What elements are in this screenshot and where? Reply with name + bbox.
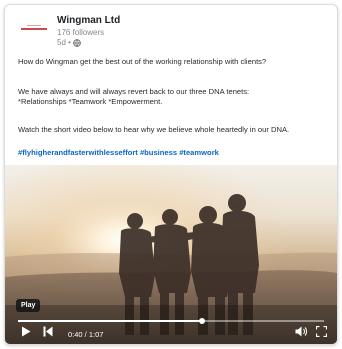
post-paragraph: Watch the short video below to hear why … — [18, 125, 290, 134]
post-paragraph: *Relationships *Teamwork *Empowerment. — [18, 97, 163, 106]
video-time: 0:40 / 1:07 — [68, 330, 104, 339]
globe-icon — [73, 38, 81, 47]
volume-icon[interactable] — [295, 326, 307, 337]
post-header: Wingman Ltd 176 followers 5d • — [17, 11, 317, 51]
post-meta: 5d • — [57, 38, 81, 47]
video-progress-thumb[interactable] — [198, 318, 205, 324]
post-age: 5d • — [57, 38, 71, 47]
company-logo[interactable] — [21, 23, 47, 33]
post-paragraph: We have always and will always revert ba… — [18, 87, 250, 96]
post-paragraph: How do Wingman get the best out of the w… — [18, 57, 267, 66]
hashtag-links[interactable]: #flyhigherandfasterwithlesseffort #busin… — [18, 148, 219, 158]
skip-back-icon[interactable] — [43, 326, 53, 337]
video-player[interactable]: Play 0:40 / 1:07 — [5, 165, 337, 344]
company-name[interactable]: Wingman Ltd — [57, 15, 120, 26]
video-frame — [5, 165, 337, 344]
video-progress-fill — [18, 320, 202, 322]
play-badge[interactable]: Play — [16, 299, 41, 312]
fullscreen-icon[interactable] — [316, 326, 327, 337]
play-icon[interactable] — [21, 326, 31, 337]
follower-count: 176 followers — [57, 28, 105, 37]
post-card: Wingman Ltd 176 followers 5d • How do Wi… — [4, 4, 338, 345]
video-progress-bar[interactable] — [18, 318, 324, 324]
video-controls: 0:40 / 1:07 — [5, 326, 337, 344]
